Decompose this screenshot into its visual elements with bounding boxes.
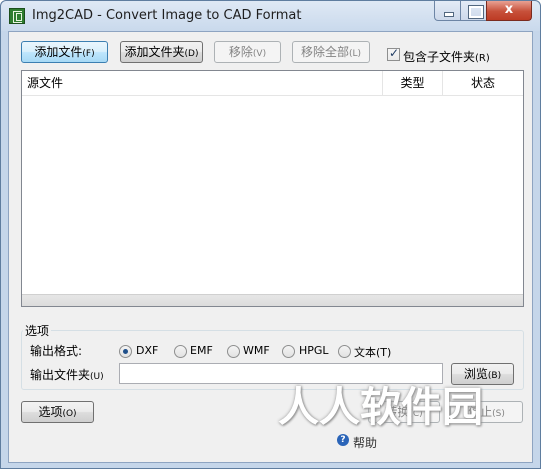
app-window: Img2CAD - Convert Image to CAD Format x …: [0, 0, 541, 469]
stop-hotkey: (S): [492, 409, 505, 419]
include-subfolders-hotkey: (R): [475, 53, 490, 64]
remove-button[interactable]: 移除(V): [214, 41, 281, 63]
remove-hotkey: (V): [252, 49, 267, 59]
column-type[interactable]: 类型: [383, 71, 443, 96]
add-folder-button[interactable]: 添加文件夹(D): [120, 41, 203, 63]
options-button-hotkey: (O): [62, 409, 77, 419]
add-file-button[interactable]: 添加文件(F): [21, 41, 108, 63]
watermark-text: 人人软件园: [278, 383, 483, 431]
include-subfolders-text: 包含子文件夹: [403, 50, 476, 64]
options-group-title: 选项: [23, 322, 52, 339]
format-label-wmf[interactable]: WMF: [243, 344, 270, 357]
add-folder-hotkey: (D): [184, 49, 199, 59]
output-folder-text: 输出文件夹: [30, 368, 91, 382]
close-icon: x: [504, 2, 514, 17]
output-folder-hotkey: (U): [90, 372, 104, 382]
format-label-hpgl[interactable]: HPGL: [299, 344, 329, 357]
column-source-file[interactable]: 源文件: [22, 71, 383, 96]
close-button[interactable]: x: [486, 1, 532, 21]
include-subfolders-label[interactable]: 包含子文件夹(R): [403, 48, 490, 65]
format-label-emf[interactable]: EMF: [190, 344, 213, 357]
format-text-hotkey: (T): [376, 346, 392, 359]
help-icon[interactable]: ?: [337, 434, 349, 446]
format-label-dxf[interactable]: DXF: [136, 344, 158, 357]
format-text-label: 文本: [354, 346, 376, 359]
options-button[interactable]: 选项(O): [21, 401, 94, 423]
format-radio-text[interactable]: [338, 345, 351, 358]
remove-all-button[interactable]: 移除全部(L): [292, 41, 370, 63]
title-bar[interactable]: Img2CAD - Convert Image to CAD Format x: [1, 1, 540, 31]
minimize-button[interactable]: [434, 1, 461, 21]
maximize-button[interactable]: [460, 1, 487, 21]
add-file-label: 添加文件: [34, 45, 83, 59]
format-label-text[interactable]: 文本(T): [354, 344, 391, 360]
browse-hotkey: (B): [487, 371, 502, 381]
include-subfolders-checkbox[interactable]: [387, 46, 400, 61]
add-file-hotkey: (F): [82, 49, 95, 59]
horizontal-scrollbar[interactable]: [22, 294, 523, 306]
output-folder-label: 输出文件夹(U): [30, 366, 104, 383]
format-radio-dxf[interactable]: [119, 345, 132, 358]
help-link[interactable]: 帮助: [353, 434, 377, 451]
format-radio-wmf[interactable]: [227, 345, 240, 358]
file-list-header: 源文件 类型 状态: [22, 71, 523, 96]
file-list[interactable]: 源文件 类型 状态: [21, 70, 524, 307]
remove-label: 移除: [228, 45, 253, 59]
format-radio-hpgl[interactable]: [282, 345, 295, 358]
remove-all-label: 移除全部: [300, 45, 349, 59]
add-folder-label: 添加文件夹: [124, 45, 185, 59]
remove-all-hotkey: (L): [348, 49, 362, 59]
output-format-label: 输出格式:: [30, 344, 83, 358]
app-logo-icon: [9, 8, 25, 24]
options-button-label: 选项: [38, 405, 63, 419]
format-radio-emf[interactable]: [174, 345, 187, 358]
window-title: Img2CAD - Convert Image to CAD Format: [32, 8, 302, 23]
column-status[interactable]: 状态: [443, 71, 523, 96]
